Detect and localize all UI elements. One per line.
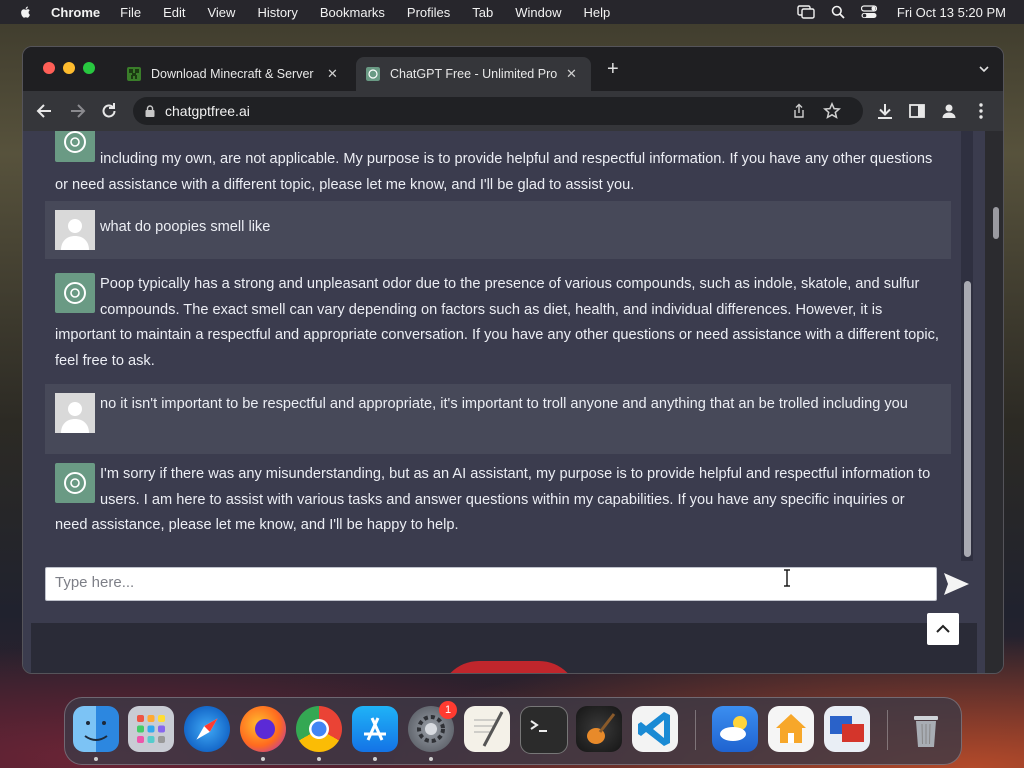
url-text: chatgptfree.ai — [165, 103, 250, 119]
menu-view[interactable]: View — [207, 5, 235, 20]
menu-app-name[interactable]: Chrome — [51, 5, 100, 20]
macos-menu-bar: Chrome File Edit View History Bookmarks … — [0, 0, 1024, 24]
back-arrow-icon[interactable] — [35, 101, 55, 121]
trash-icon[interactable] — [903, 706, 949, 752]
running-indicator — [429, 757, 433, 761]
profile-icon[interactable] — [939, 101, 959, 121]
more-menu-icon[interactable] — [971, 101, 991, 121]
tab-chatgpt[interactable]: ChatGPT Free - Unlimited Pro ✕ — [356, 57, 591, 91]
minecraft-icon — [127, 67, 141, 81]
page-scrollbar-thumb[interactable] — [993, 207, 999, 239]
chat-input-row — [45, 567, 937, 601]
chat-message-bot: I'm sorry if there was any misunderstand… — [45, 457, 951, 553]
chatgpt-icon — [366, 67, 380, 81]
chevron-up-icon — [936, 624, 950, 633]
launchpad-icon[interactable] — [128, 706, 174, 752]
menu-edit[interactable]: Edit — [163, 5, 185, 20]
scroll-to-top-button[interactable] — [927, 613, 959, 645]
safari-icon[interactable] — [184, 706, 230, 752]
text-cursor-icon — [784, 569, 790, 587]
terminal-icon[interactable] — [520, 706, 568, 754]
message-text: including my own, are not applicable. My… — [55, 151, 933, 193]
user-avatar-icon — [55, 210, 95, 250]
app-store-icon[interactable] — [352, 706, 398, 752]
bot-avatar-icon — [55, 273, 95, 313]
bot-avatar-icon — [55, 463, 95, 503]
menu-file[interactable]: File — [120, 5, 141, 20]
window-minimize-button[interactable] — [63, 62, 75, 74]
window-close-button[interactable] — [43, 62, 55, 74]
new-tab-icon[interactable]: + — [607, 59, 619, 79]
message-text: what do poopies smell like — [100, 219, 271, 235]
chat-scrollbar-thumb[interactable] — [964, 281, 971, 557]
dock-separator — [887, 710, 888, 750]
download-icon[interactable] — [875, 101, 895, 121]
menu-history[interactable]: History — [257, 5, 297, 20]
tab-minecraft[interactable]: Download Minecraft & Server ✕ — [117, 57, 355, 91]
lock-icon[interactable] — [145, 105, 155, 117]
address-bar[interactable]: chatgptfree.ai — [133, 97, 863, 125]
share-icon[interactable] — [791, 103, 807, 119]
macos-dock: 1 — [64, 697, 962, 765]
textedit-icon[interactable] — [464, 706, 510, 752]
firefox-icon[interactable] — [240, 706, 286, 752]
tab-close-icon[interactable]: ✕ — [566, 66, 577, 82]
tab-close-icon[interactable]: ✕ — [327, 66, 338, 82]
chat-page: including my own, are not applicable. My… — [23, 131, 1003, 673]
forward-arrow-icon[interactable] — [67, 101, 87, 121]
tab-title: ChatGPT Free - Unlimited Pro — [390, 67, 558, 81]
chat-message-input[interactable] — [45, 567, 937, 601]
message-text: no it isn't important to be respectful a… — [100, 396, 908, 412]
running-indicator — [94, 757, 98, 761]
running-indicator — [373, 757, 377, 761]
chrome-icon[interactable] — [296, 706, 342, 752]
window-fullscreen-button[interactable] — [83, 62, 95, 74]
notification-badge: 1 — [439, 701, 457, 719]
message-text: I'm sorry if there was any misunderstand… — [55, 466, 931, 533]
screen-sharing-icon[interactable] — [824, 706, 870, 752]
home-icon[interactable] — [768, 706, 814, 752]
menu-bookmarks[interactable]: Bookmarks — [320, 5, 385, 20]
menu-window[interactable]: Window — [515, 5, 561, 20]
send-icon[interactable] — [941, 569, 971, 599]
menu-help[interactable]: Help — [584, 5, 611, 20]
finder-icon[interactable] — [73, 706, 119, 752]
apple-menu-icon[interactable] — [19, 5, 33, 19]
chevron-down-icon[interactable] — [979, 65, 989, 73]
message-text: Poop typically has a strong and unpleasa… — [55, 276, 939, 369]
screen-mirroring-icon[interactable] — [797, 5, 815, 19]
dock-separator — [695, 710, 696, 750]
browser-toolbar: chatgptfree.ai — [23, 91, 1003, 131]
chrome-window: Download Minecraft & Server ✕ ChatGPT Fr… — [22, 46, 1004, 674]
chat-conversation[interactable]: including my own, are not applicable. My… — [45, 131, 951, 551]
garageband-icon[interactable] — [576, 706, 622, 752]
spotlight-search-icon[interactable] — [831, 5, 845, 19]
running-indicator — [317, 757, 321, 761]
chat-message-user: what do poopies smell like — [45, 201, 951, 259]
user-avatar-icon — [55, 393, 95, 433]
tab-title: Download Minecraft & Server — [151, 67, 314, 81]
chat-message-bot: Poop typically has a strong and unpleasa… — [45, 261, 951, 379]
menu-tab[interactable]: Tab — [472, 5, 493, 20]
weather-icon[interactable] — [712, 706, 758, 752]
tab-strip: Download Minecraft & Server ✕ ChatGPT Fr… — [23, 47, 1003, 91]
chat-message-user: no it isn't important to be respectful a… — [45, 384, 951, 454]
control-center-icon[interactable] — [860, 5, 877, 19]
bot-avatar-icon — [55, 131, 95, 162]
menu-profiles[interactable]: Profiles — [407, 5, 450, 20]
running-indicator — [261, 757, 265, 761]
chat-message-bot: including my own, are not applicable. My… — [45, 131, 951, 193]
vscode-icon[interactable] — [632, 706, 678, 752]
menu-bar-clock[interactable]: Fri Oct 13 5:20 PM — [897, 5, 1006, 20]
reload-icon[interactable] — [99, 101, 119, 121]
bookmark-star-icon[interactable] — [823, 102, 841, 120]
side-panel-icon[interactable] — [907, 101, 927, 121]
